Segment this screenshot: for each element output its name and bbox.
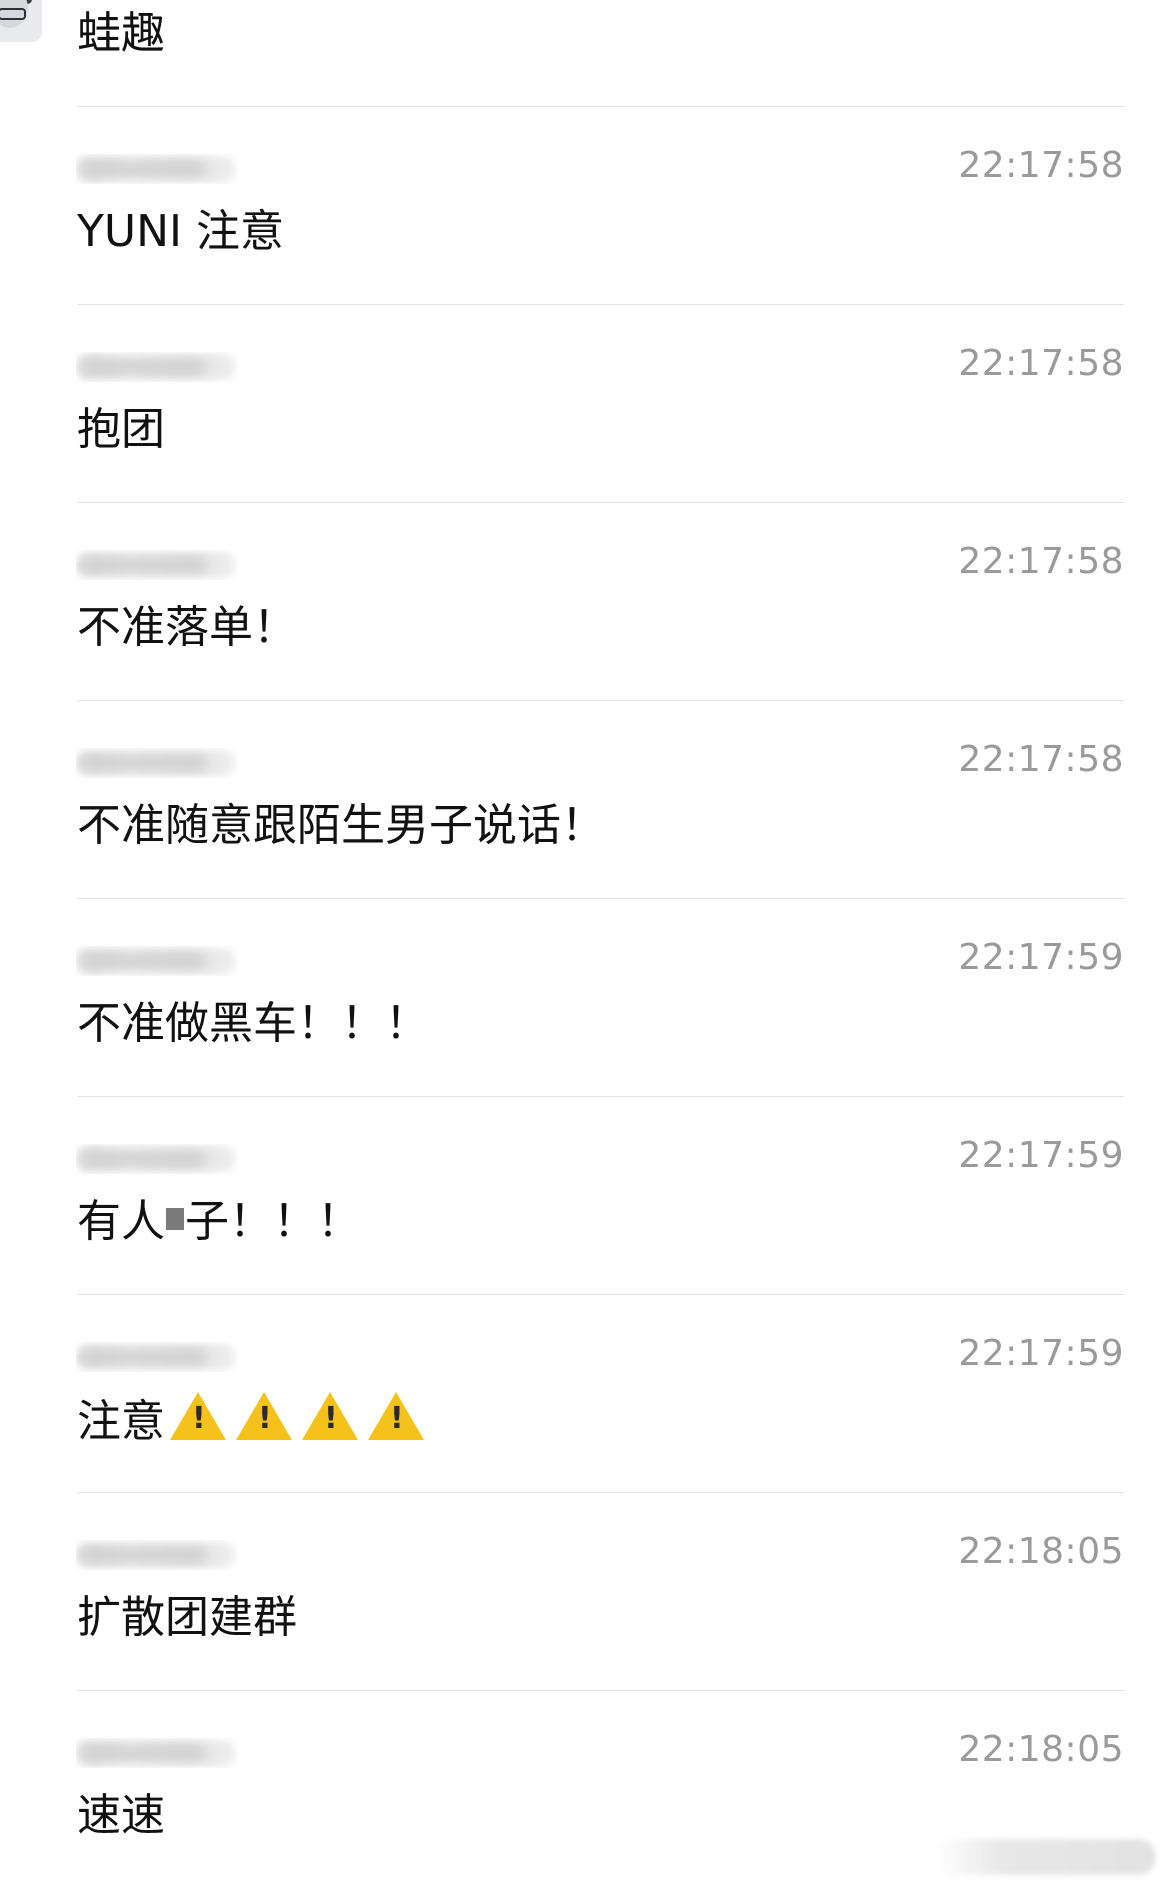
timestamp: 22:18:05: [958, 1531, 1124, 1572]
divider: [77, 898, 1124, 899]
list-item[interactable]: 22:17:59 不准做黑车！！！: [0, 898, 1170, 1096]
divider: [77, 304, 1124, 305]
timestamp: 22:17:58: [958, 145, 1124, 186]
sender-name-redacted: [76, 1540, 238, 1570]
sender-name-redacted: [76, 748, 238, 778]
message-text-with-icons: 注意: [77, 1392, 429, 1450]
avatar-glasses: [0, 8, 26, 20]
watermark: [936, 1839, 1156, 1875]
sender-name-redacted: [76, 1342, 238, 1372]
message-text: 有人 子！！！: [77, 1194, 361, 1250]
timestamp: 22:18:05: [958, 1729, 1124, 1770]
message-text: 扩散团建群: [77, 1592, 297, 1643]
divider: [77, 502, 1124, 503]
message-text: 速速: [77, 1790, 165, 1841]
timestamp: 22:17:59: [958, 1135, 1124, 1176]
avatar[interactable]: [0, 0, 42, 42]
message-text: 不准随意跟陌生男子说话！: [77, 800, 605, 851]
timestamp: 22:17:58: [958, 343, 1124, 384]
sender-name-redacted: [76, 550, 238, 580]
list-item[interactable]: 22:18:05 扩散团建群: [0, 1492, 1170, 1690]
divider: [77, 700, 1124, 701]
list-item[interactable]: 22:17:59 有人 子！！！: [0, 1096, 1170, 1294]
redacted-text-block: [166, 1208, 184, 1230]
message-text: YUNI 注意: [77, 206, 284, 257]
divider: [77, 1690, 1124, 1691]
sender-name-redacted: [76, 154, 238, 184]
sender-name-redacted: [76, 1144, 238, 1174]
message-text-start: 有人: [77, 1196, 165, 1247]
message-text: 抱团: [77, 404, 165, 455]
message-text-end: 子！！！: [185, 1196, 361, 1247]
divider: [77, 1492, 1124, 1493]
timestamp: 22:17:59: [958, 937, 1124, 978]
sender-name-redacted: [76, 1738, 238, 1768]
sender-name-redacted: [76, 352, 238, 382]
list-item[interactable]: 22:17:58 不准落单！: [0, 502, 1170, 700]
message-text: 不准落单！: [77, 602, 297, 653]
timestamp: 22:17:58: [958, 541, 1124, 582]
timestamp: 22:17:58: [958, 739, 1124, 780]
divider: [77, 106, 1124, 107]
list-item[interactable]: 22:17:58 YUNI 注意: [0, 106, 1170, 304]
list-item[interactable]: 22:17:58 不准随意跟陌生男子说话！: [0, 700, 1170, 898]
message-text: 蛙趣: [77, 8, 165, 59]
divider: [77, 1096, 1124, 1097]
message-text: 注意: [77, 1396, 165, 1447]
sender-name-redacted: [76, 946, 238, 976]
list-item[interactable]: 22:17:59 注意: [0, 1294, 1170, 1492]
warning-icon: [368, 1392, 424, 1440]
list-item[interactable]: 22:17:58 抱团: [0, 304, 1170, 502]
warning-icon: [170, 1392, 226, 1440]
warning-icon: [302, 1392, 358, 1440]
message-text: 不准做黑车！！！: [77, 998, 429, 1049]
divider: [77, 1294, 1124, 1295]
warning-icon: [236, 1392, 292, 1440]
timestamp: 22:17:59: [958, 1333, 1124, 1374]
